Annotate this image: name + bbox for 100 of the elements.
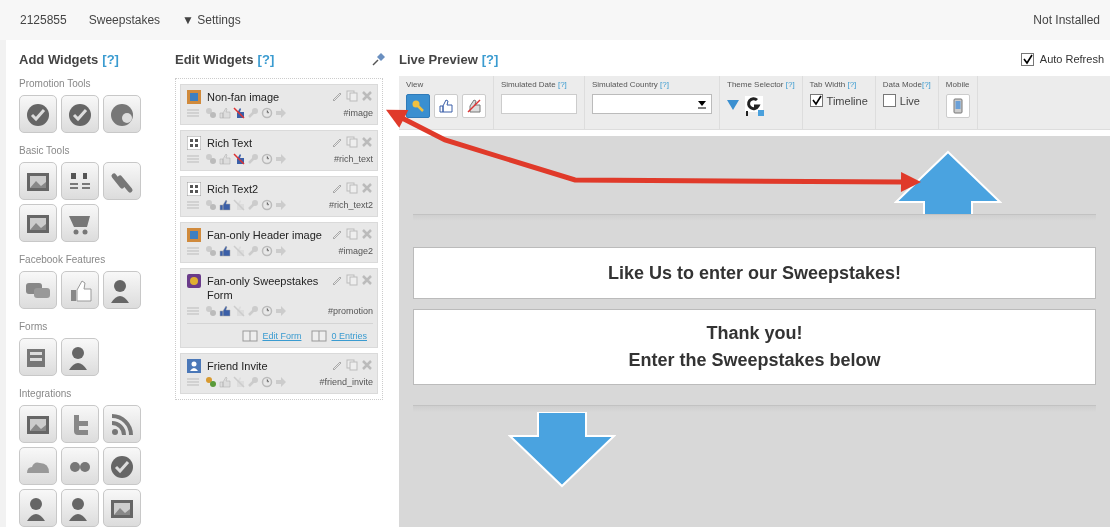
clock-icon[interactable] bbox=[261, 107, 273, 119]
pencil-icon[interactable] bbox=[331, 228, 343, 240]
widget-tile[interactable] bbox=[19, 271, 57, 309]
close-icon[interactable] bbox=[361, 228, 373, 240]
widget-card[interactable]: Rich Text #rich_text bbox=[180, 130, 378, 171]
arrow-right-icon[interactable] bbox=[275, 107, 287, 119]
widget-tile[interactable] bbox=[103, 95, 141, 133]
app-type-link[interactable]: Sweepstakes bbox=[88, 13, 161, 27]
widget-tile[interactable] bbox=[19, 162, 57, 200]
widget-tile[interactable] bbox=[19, 405, 57, 443]
wrench-icon[interactable] bbox=[247, 245, 259, 257]
widget-tile[interactable] bbox=[103, 271, 141, 309]
country-select[interactable] bbox=[592, 94, 712, 114]
widget-tile[interactable] bbox=[61, 204, 99, 242]
copy-icon[interactable] bbox=[346, 274, 358, 286]
close-icon[interactable] bbox=[361, 274, 373, 286]
arrow-right-icon[interactable] bbox=[275, 305, 287, 317]
copy-icon[interactable] bbox=[346, 90, 358, 102]
clock-icon[interactable] bbox=[261, 376, 273, 388]
mobile-button[interactable] bbox=[945, 94, 970, 118]
thumbs-up-icon[interactable] bbox=[219, 245, 231, 257]
help-link[interactable]: [?] bbox=[847, 80, 857, 89]
widget-tile[interactable] bbox=[19, 489, 57, 527]
no-like-icon[interactable] bbox=[233, 107, 245, 119]
widget-tile[interactable] bbox=[61, 405, 99, 443]
auto-refresh-checkbox[interactable] bbox=[1020, 52, 1034, 66]
help-link[interactable]: [?] bbox=[102, 51, 119, 67]
widget-tile[interactable] bbox=[19, 95, 57, 133]
wrench-icon[interactable] bbox=[247, 305, 259, 317]
settings-menu[interactable]: ▼ Settings bbox=[182, 13, 241, 27]
close-icon[interactable] bbox=[361, 136, 373, 148]
widget-tile[interactable] bbox=[61, 271, 99, 309]
help-link[interactable]: [?] bbox=[557, 80, 567, 89]
widget-link[interactable]: Edit Form bbox=[262, 331, 302, 341]
timeline-checkbox[interactable] bbox=[809, 94, 823, 107]
widget-tile[interactable] bbox=[19, 338, 57, 376]
widget-card[interactable]: Friend Invite #friend_invite bbox=[180, 353, 378, 394]
pushpin-icon[interactable] bbox=[371, 51, 387, 67]
widget-tile[interactable] bbox=[19, 204, 57, 242]
clock-icon[interactable] bbox=[261, 245, 273, 257]
clock-icon[interactable] bbox=[261, 305, 273, 317]
copy-icon[interactable] bbox=[346, 182, 358, 194]
help-link[interactable]: [?] bbox=[921, 80, 931, 89]
widget-tile[interactable] bbox=[19, 447, 57, 485]
arrow-right-icon[interactable] bbox=[275, 153, 287, 165]
widget-tile[interactable] bbox=[61, 489, 99, 527]
theme-logo-icon[interactable] bbox=[743, 94, 765, 116]
widget-card[interactable]: Fan-only Header image #image2 bbox=[180, 222, 378, 263]
close-icon[interactable] bbox=[361, 182, 373, 194]
widget-tile[interactable] bbox=[103, 489, 141, 527]
thumbs-up-icon[interactable] bbox=[219, 153, 231, 165]
view-button[interactable] bbox=[462, 94, 486, 118]
friends-icon[interactable] bbox=[205, 376, 217, 388]
copy-icon[interactable] bbox=[346, 359, 358, 371]
clock-icon[interactable] bbox=[261, 153, 273, 165]
widget-tile[interactable] bbox=[61, 338, 99, 376]
arrow-right-icon[interactable] bbox=[275, 245, 287, 257]
help-link[interactable]: [?] bbox=[481, 51, 499, 67]
thumbs-up-icon[interactable] bbox=[219, 305, 231, 317]
live-checkbox[interactable] bbox=[882, 94, 896, 107]
live-label: Live bbox=[899, 94, 920, 107]
friends-icon[interactable] bbox=[205, 153, 217, 165]
wrench-icon[interactable] bbox=[247, 199, 259, 211]
arrow-right-icon[interactable] bbox=[275, 199, 287, 211]
widget-tile[interactable] bbox=[61, 95, 99, 133]
pencil-icon[interactable] bbox=[331, 359, 343, 371]
friends-icon[interactable] bbox=[205, 107, 217, 119]
thumbs-up-icon bbox=[439, 99, 453, 113]
close-icon[interactable] bbox=[361, 90, 373, 102]
widget-card[interactable]: Fan-only Sweepstakes Form #promotion Edit Form 0 Entries bbox=[180, 268, 378, 348]
widget-tile[interactable] bbox=[103, 405, 141, 443]
date-input[interactable] bbox=[501, 94, 577, 114]
widget-link[interactable]: 0 Entries bbox=[331, 331, 367, 341]
thumbs-up-icon[interactable] bbox=[219, 376, 231, 388]
widget-tile[interactable] bbox=[103, 447, 141, 485]
triangle-down-icon[interactable] bbox=[727, 100, 739, 110]
mobile-label: Mobile bbox=[945, 80, 970, 89]
view-button[interactable] bbox=[434, 94, 458, 118]
help-link[interactable]: [?] bbox=[785, 80, 795, 89]
copy-icon[interactable] bbox=[346, 136, 358, 148]
widget-card[interactable]: Non-fan image #image bbox=[180, 84, 378, 125]
close-icon[interactable] bbox=[361, 359, 373, 371]
help-link[interactable]: [?] bbox=[257, 51, 275, 67]
arrow-right-icon[interactable] bbox=[275, 376, 287, 388]
view-button[interactable] bbox=[406, 94, 430, 118]
no-like-icon[interactable] bbox=[233, 153, 245, 165]
widget-card[interactable]: Rich Text2 #rich_text2 bbox=[180, 176, 378, 217]
pencil-icon[interactable] bbox=[331, 182, 343, 194]
thumbs-up-icon[interactable] bbox=[219, 199, 231, 211]
pencil-icon[interactable] bbox=[331, 90, 343, 102]
clock-icon[interactable] bbox=[261, 199, 273, 211]
pencil-icon[interactable] bbox=[331, 274, 343, 286]
wrench-icon[interactable] bbox=[247, 376, 259, 388]
widget-tile[interactable] bbox=[61, 447, 99, 485]
pencil-icon[interactable] bbox=[331, 136, 343, 148]
help-link[interactable]: [?] bbox=[660, 80, 669, 89]
widget-tile[interactable] bbox=[61, 162, 99, 200]
thumbs-up-icon[interactable] bbox=[219, 107, 231, 119]
widget-tile[interactable] bbox=[103, 162, 141, 200]
copy-icon[interactable] bbox=[346, 228, 358, 240]
